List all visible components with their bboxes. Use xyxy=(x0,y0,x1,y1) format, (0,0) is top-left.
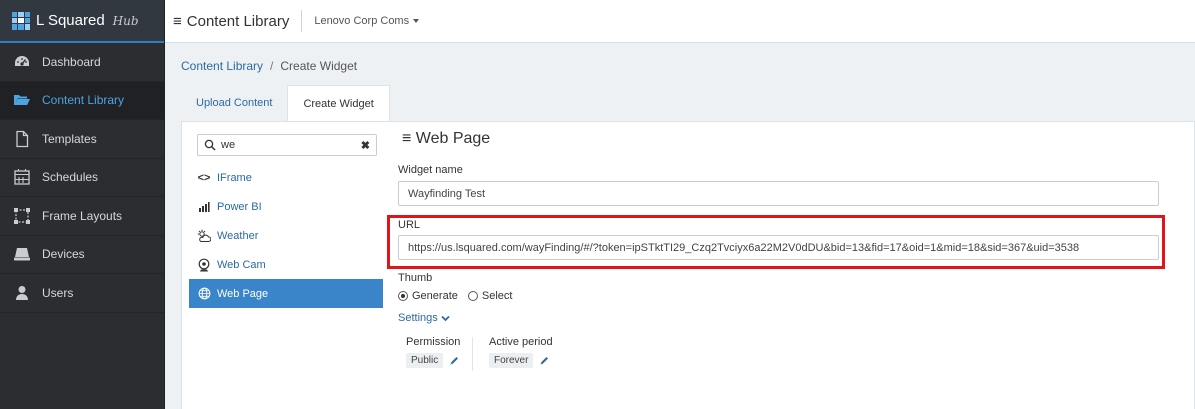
brand-name: L Squared xyxy=(36,12,105,29)
sidebar-item-label: Templates xyxy=(42,131,97,146)
permission-section: Permission Public xyxy=(406,336,460,368)
thumb-generate-radio[interactable]: Generate xyxy=(398,290,458,302)
tabs: Upload Content Create Widget xyxy=(181,85,390,121)
settings-toggle[interactable]: Settings xyxy=(398,312,450,324)
sidebar-item-label: Devices xyxy=(42,247,85,262)
page-title: Content Library xyxy=(186,12,290,30)
form-title-text: Web Page xyxy=(415,130,491,147)
widget-item-label: IFrame xyxy=(217,171,252,184)
thumb-radio-group: Generate Select xyxy=(398,290,522,302)
sidebar-item-label: Schedules xyxy=(42,170,99,185)
create-widget-panel: we ✖ <> IFrame Power BI Weather Web Cam … xyxy=(181,121,1195,409)
search-icon xyxy=(204,139,216,151)
widget-item-power-bi[interactable]: Power BI xyxy=(189,192,383,221)
widget-name-label: Widget name xyxy=(398,164,463,176)
tab-upload-content[interactable]: Upload Content xyxy=(181,85,288,121)
widget-item-web-page[interactable]: Web Page xyxy=(189,279,383,308)
clear-search-icon[interactable]: ✖ xyxy=(361,139,370,152)
sidebar-item-users[interactable]: Users xyxy=(0,274,164,313)
caret-down-icon xyxy=(413,19,420,23)
weather-icon xyxy=(197,229,211,243)
url-highlight-box xyxy=(387,215,1165,269)
brand-sub: Hub xyxy=(112,13,139,28)
organization-dropdown-label: Lenovo Corp Coms xyxy=(314,15,410,27)
code-icon: <> xyxy=(197,171,211,184)
radio-label: Generate xyxy=(412,290,458,302)
sidebar-item-frame-layouts[interactable]: Frame Layouts xyxy=(0,197,164,236)
topbar: ≡ Content Library Lenovo Corp Coms xyxy=(165,0,1195,43)
breadcrumb-current: Create Widget xyxy=(280,59,358,73)
widget-item-label: Web Cam xyxy=(217,258,266,271)
breadcrumb: Content Library / Create Widget xyxy=(181,59,357,73)
bar-chart-icon xyxy=(197,200,211,214)
settings-label: Settings xyxy=(398,312,438,324)
sidebar: L Squared Hub Dashboard Content Library … xyxy=(0,0,165,409)
sidebar-item-content-library[interactable]: Content Library xyxy=(0,81,164,120)
widget-search-value: we xyxy=(221,139,236,151)
permission-label: Permission xyxy=(406,336,461,348)
sidebar-item-label: Frame Layouts xyxy=(42,208,123,223)
thumb-select-radio[interactable]: Select xyxy=(467,290,513,302)
meta-divider xyxy=(472,337,473,371)
lsquared-logo-icon xyxy=(12,11,30,30)
widget-name-field[interactable]: Wayfinding Test xyxy=(398,181,1159,206)
widget-type-list: we ✖ <> IFrame Power BI Weather Web Cam … xyxy=(189,122,383,409)
sidebar-item-label: Dashboard xyxy=(42,54,101,69)
widget-item-weather[interactable]: Weather xyxy=(189,221,383,250)
dashboard-gauge-icon xyxy=(12,53,32,71)
tab-create-widget[interactable]: Create Widget xyxy=(287,85,390,121)
web-page-widget-form: ≡ Web Page Widget name Wayfinding Test U… xyxy=(387,122,1194,409)
chevron-down-icon xyxy=(441,315,450,321)
radio-unchecked-icon xyxy=(467,291,478,301)
breadcrumb-separator: / xyxy=(270,59,274,73)
form-title: ≡ Web Page xyxy=(402,130,491,147)
folder-open-icon xyxy=(12,91,32,109)
widget-search-input[interactable]: we ✖ xyxy=(197,134,377,156)
radio-checked-icon xyxy=(398,291,408,301)
widget-item-label: Power BI xyxy=(217,200,262,213)
thumb-label: Thumb xyxy=(398,272,433,284)
sidebar-item-label: Content Library xyxy=(42,93,125,108)
globe-icon xyxy=(197,287,211,301)
sidebar-item-schedules[interactable]: Schedules xyxy=(0,159,164,197)
sidebar-item-devices[interactable]: Devices xyxy=(0,236,164,274)
active-period-label: Active period xyxy=(489,336,553,348)
active-period-badge: Forever xyxy=(489,353,534,368)
webcam-icon xyxy=(197,258,211,272)
calendar-icon xyxy=(12,168,32,186)
hamburger-menu-icon[interactable]: ≡ xyxy=(173,13,182,30)
device-icon xyxy=(12,245,32,263)
widget-item-label: Web Page xyxy=(217,287,269,300)
file-icon xyxy=(12,130,32,148)
widget-item-iframe[interactable]: <> IFrame xyxy=(189,163,383,192)
permission-badge: Public xyxy=(406,353,444,368)
widget-item-web-cam[interactable]: Web Cam xyxy=(189,250,383,279)
frame-layout-icon xyxy=(12,207,32,225)
topbar-divider xyxy=(301,10,303,32)
edit-pencil-icon[interactable] xyxy=(539,355,550,366)
sidebar-item-templates[interactable]: Templates xyxy=(0,120,164,159)
brand[interactable]: L Squared Hub xyxy=(0,0,164,43)
widget-item-label: Weather xyxy=(217,229,259,242)
active-period-section: Active period Forever xyxy=(489,336,553,368)
radio-label: Select xyxy=(481,290,513,302)
sidebar-item-dashboard[interactable]: Dashboard xyxy=(0,43,164,82)
main-content: Content Library / Create Widget Upload Con… xyxy=(165,43,1195,409)
sidebar-item-label: Users xyxy=(42,285,74,300)
breadcrumb-content-library-link[interactable]: Content Library xyxy=(181,59,263,73)
organization-dropdown[interactable]: Lenovo Corp Coms xyxy=(314,15,420,27)
user-icon xyxy=(12,284,32,302)
edit-pencil-icon[interactable] xyxy=(449,355,460,366)
